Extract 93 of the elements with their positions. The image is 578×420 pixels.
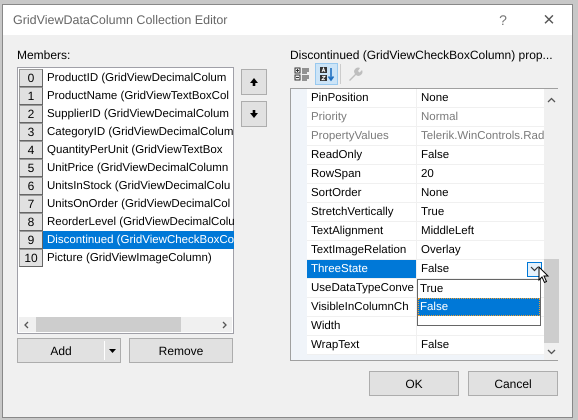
member-text: ProductID (GridViewDecimalColum bbox=[46, 71, 228, 86]
scroll-up-icon[interactable] bbox=[547, 97, 556, 103]
value-text: False bbox=[421, 339, 450, 351]
member-text: Discontinued (GridViewCheckBoxCo bbox=[43, 231, 234, 249]
property-name: TextImageRelation bbox=[307, 241, 417, 260]
member-text: QuantityPerUnit (GridViewTextBox bbox=[46, 143, 224, 158]
member-text: UnitsOnOrder (GridViewDecimalCol bbox=[46, 197, 232, 212]
property-name: Priority bbox=[307, 108, 417, 127]
index-label: 6 bbox=[19, 177, 43, 195]
index-label: 4 bbox=[19, 141, 43, 159]
member-text: ReorderLevel (GridViewDecimalColu bbox=[46, 215, 235, 230]
alphabetical-sort-button[interactable] bbox=[315, 63, 338, 85]
window-title: GridViewDataColumn Collection Editor bbox=[13, 13, 228, 27]
member-item[interactable]: 5 UnitPrice (GridViewDecimalColumn bbox=[19, 159, 232, 177]
property-row[interactable]: SortOrder None bbox=[291, 184, 544, 203]
property-row[interactable]: ThreeState False bbox=[291, 260, 544, 279]
add-split-button[interactable]: Add bbox=[17, 338, 121, 363]
remove-button[interactable]: Remove bbox=[129, 338, 233, 363]
property-name: TextAlignment bbox=[307, 222, 417, 241]
property-row[interactable]: TextAlignment MiddleLeft bbox=[291, 222, 544, 241]
index-label: 5 bbox=[19, 159, 43, 177]
index-label: 8 bbox=[19, 213, 43, 231]
dropdown-option[interactable]: False bbox=[418, 298, 540, 316]
chevron-down-icon bbox=[530, 266, 540, 272]
index-label: 7 bbox=[19, 195, 43, 213]
index-label: 2 bbox=[19, 105, 43, 123]
value-text: Overlay bbox=[421, 244, 461, 256]
member-text: ProductName (GridViewTextBoxCol bbox=[46, 89, 230, 104]
caret-icon[interactable] bbox=[109, 348, 116, 352]
member-item[interactable]: 0 ProductID (GridViewDecimalColum bbox=[19, 69, 232, 87]
member-text: UnitsInStock (GridViewDecimalColu bbox=[46, 179, 232, 194]
property-name: WrapText bbox=[307, 336, 417, 355]
value-text: False bbox=[421, 263, 450, 275]
members-label: Members: bbox=[17, 48, 72, 64]
move-up-button[interactable] bbox=[241, 69, 267, 95]
property-name: UseDataTypeConve bbox=[307, 279, 417, 298]
property-row[interactable]: PinPosition None bbox=[291, 89, 544, 108]
help-button[interactable]: ? bbox=[480, 5, 526, 35]
down-arrow-icon bbox=[249, 109, 259, 119]
index-label: 1 bbox=[19, 87, 43, 105]
properties-label: Discontinued (GridViewCheckBoxColumn) prop... bbox=[290, 48, 554, 64]
categorized-list-icon bbox=[294, 66, 310, 82]
value-text: True bbox=[421, 206, 444, 218]
member-text: SupplierID (GridViewDecimalColum bbox=[46, 107, 230, 122]
member-item[interactable]: 4 QuantityPerUnit (GridViewTextBox bbox=[19, 141, 232, 159]
horizontal-scrollbar[interactable] bbox=[19, 317, 232, 332]
add-button-label: Add bbox=[49, 344, 73, 358]
ok-button[interactable]: OK bbox=[369, 371, 459, 396]
property-name: Width bbox=[307, 317, 417, 336]
value-text: MiddleLeft bbox=[421, 225, 474, 237]
value-text: None bbox=[421, 187, 448, 199]
value-text: Telerik.WinControls.Rad bbox=[421, 130, 544, 142]
property-row[interactable]: ReadOnly False bbox=[291, 146, 544, 165]
member-item[interactable]: 10 Picture (GridViewImageColumn) bbox=[19, 249, 232, 267]
member-item[interactable]: 3 CategoryID (GridViewDecimalColum bbox=[19, 123, 232, 141]
value-text: 20 bbox=[421, 168, 434, 180]
property-name: ThreeState bbox=[307, 260, 417, 279]
close-button[interactable]: × bbox=[526, 5, 572, 35]
property-name: PinPosition bbox=[307, 89, 417, 108]
property-row[interactable]: TextImageRelation Overlay bbox=[291, 241, 544, 260]
property-name: PropertyValues bbox=[307, 127, 417, 146]
member-item[interactable]: 2 SupplierID (GridViewDecimalColum bbox=[19, 105, 232, 123]
property-row[interactable]: WrapText False bbox=[291, 336, 544, 355]
member-item[interactable]: 7 UnitsOnOrder (GridViewDecimalCol bbox=[19, 195, 232, 213]
az-sort-icon bbox=[318, 66, 334, 82]
property-row[interactable]: StretchVertically True bbox=[291, 203, 544, 222]
index-label: 3 bbox=[19, 123, 43, 141]
member-text: UnitPrice (GridViewDecimalColumn bbox=[46, 161, 230, 176]
property-name: StretchVertically bbox=[307, 203, 417, 222]
member-item[interactable]: 9 Discontinued (GridViewCheckBoxCo bbox=[19, 231, 232, 249]
vertical-scrollbar[interactable] bbox=[544, 89, 560, 360]
property-name: ReadOnly bbox=[307, 146, 417, 165]
index-label: 0 bbox=[19, 69, 43, 87]
scroll-down-icon[interactable] bbox=[547, 349, 556, 355]
property-name: VisibleInColumnCh bbox=[307, 298, 417, 317]
member-text: Picture (GridViewImageColumn) bbox=[46, 251, 213, 266]
member-item[interactable]: 1 ProductName (GridViewTextBoxCol bbox=[19, 87, 232, 105]
property-name: SortOrder bbox=[307, 184, 417, 203]
member-item[interactable]: 6 UnitsInStock (GridViewDecimalColu bbox=[19, 177, 232, 195]
value-text: Normal bbox=[421, 111, 458, 123]
move-down-button[interactable] bbox=[241, 101, 267, 127]
value-text: False bbox=[421, 149, 450, 161]
up-arrow-icon bbox=[249, 77, 259, 87]
member-item[interactable]: 8 ReorderLevel (GridViewDecimalColu bbox=[19, 213, 232, 231]
dropdown-option[interactable]: True bbox=[418, 280, 540, 298]
cancel-button[interactable]: Cancel bbox=[468, 371, 558, 396]
wrench-icon bbox=[346, 66, 362, 82]
property-row[interactable]: RowSpan 20 bbox=[291, 165, 544, 184]
value-text: None bbox=[421, 92, 448, 104]
index-label: 10 bbox=[19, 249, 43, 267]
member-text: CategoryID (GridViewDecimalColum bbox=[46, 125, 234, 140]
index-label: 9 bbox=[19, 231, 43, 249]
property-name: RowSpan bbox=[307, 165, 417, 184]
